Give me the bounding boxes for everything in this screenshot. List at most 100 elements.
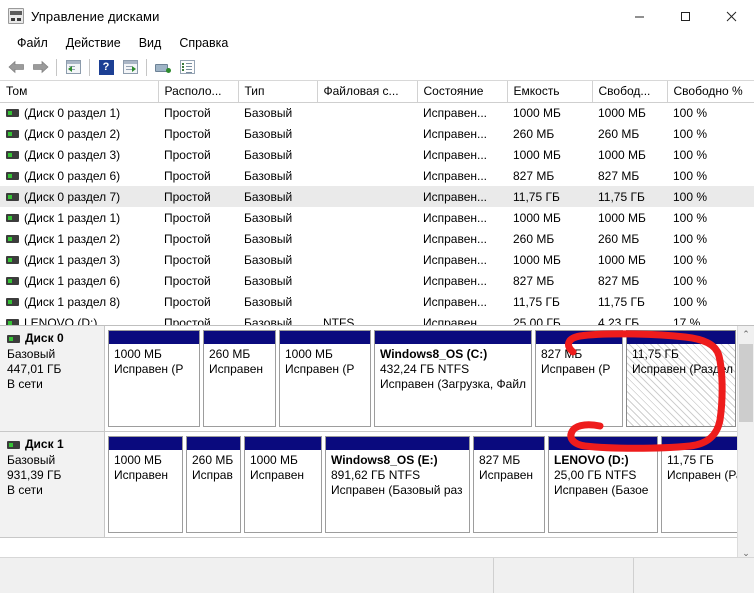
partition-color-bar bbox=[187, 437, 240, 450]
menu-help[interactable]: Справка bbox=[170, 34, 237, 52]
disk-graphic-pane[interactable]: Диск 0Базовый447,01 ГБВ сети1000 МБИспра… bbox=[0, 326, 754, 563]
cell-volume: (Диск 1 раздел 6) bbox=[0, 270, 158, 291]
cell-status: Исправен... bbox=[417, 228, 507, 249]
cell-capacity: 11,75 ГБ bbox=[507, 186, 592, 207]
disk-state: В сети bbox=[7, 483, 104, 498]
partition-color-bar bbox=[627, 331, 735, 344]
partition-size: 1000 МБ bbox=[285, 347, 366, 362]
forward-button[interactable] bbox=[28, 56, 52, 78]
column-header-3[interactable]: Файловая с... bbox=[317, 81, 417, 102]
table-row[interactable]: (Диск 0 раздел 6)ПростойБазовыйИсправен.… bbox=[0, 165, 754, 186]
disk-name: Диск 1 bbox=[25, 437, 64, 452]
partition-body: 260 МБИсправ bbox=[187, 450, 240, 532]
partition-size: 1000 МБ bbox=[114, 347, 195, 362]
cell-free: 260 МБ bbox=[592, 228, 667, 249]
menu-view[interactable]: Вид bbox=[130, 34, 171, 52]
column-header-4[interactable]: Состояние bbox=[417, 81, 507, 102]
partition-name: Windows8_OS (C:) bbox=[380, 347, 527, 362]
disk-type: Базовый bbox=[7, 453, 104, 468]
show-action-pane-button[interactable] bbox=[118, 56, 142, 78]
panel-left-icon bbox=[66, 60, 81, 74]
volume-list-pane[interactable]: ТомРасполо...ТипФайловая с...СостояниеЕм… bbox=[0, 81, 754, 326]
table-row[interactable]: (Диск 1 раздел 1)ПростойБазовыйИсправен.… bbox=[0, 207, 754, 228]
partition-block[interactable]: 11,75 ГБИсправен (Раздел bbox=[626, 330, 736, 427]
rescan-disks-button[interactable] bbox=[151, 56, 175, 78]
cell-free: 827 МБ bbox=[592, 165, 667, 186]
partition-body: 1000 МБИсправен (Р bbox=[280, 344, 370, 426]
volume-label: (Диск 1 раздел 6) bbox=[24, 274, 120, 288]
table-row[interactable]: (Диск 0 раздел 2)ПростойБазовыйИсправен.… bbox=[0, 123, 754, 144]
close-button[interactable] bbox=[708, 0, 754, 32]
partition-block[interactable]: 260 МБИсправен bbox=[203, 330, 276, 427]
table-row[interactable]: (Диск 0 раздел 1)ПростойБазовыйИсправен.… bbox=[0, 102, 754, 123]
menu-action[interactable]: Действие bbox=[57, 34, 130, 52]
column-header-6[interactable]: Свобод... bbox=[592, 81, 667, 102]
help-button[interactable]: ? bbox=[94, 56, 118, 78]
partition-block[interactable]: 827 МБИсправен bbox=[473, 436, 545, 533]
menu-file[interactable]: Файл bbox=[8, 34, 57, 52]
disk-row: Диск 0Базовый447,01 ГБВ сети1000 МБИспра… bbox=[0, 326, 754, 432]
partition-block[interactable]: 827 МБИсправен (Р bbox=[535, 330, 623, 427]
table-row[interactable]: (Диск 1 раздел 3)ПростойБазовыйИсправен.… bbox=[0, 249, 754, 270]
partition-color-bar bbox=[280, 331, 370, 344]
show-hide-console-tree-button[interactable] bbox=[61, 56, 85, 78]
disk-name: Диск 0 bbox=[25, 331, 64, 346]
cell-free-percent: 100 % bbox=[667, 270, 754, 291]
cell-layout: Простой bbox=[158, 186, 238, 207]
partition-body: 1000 МБИсправен bbox=[109, 450, 182, 532]
partition-block[interactable]: Windows8_OS (C:)432,24 ГБ NTFSИсправен (… bbox=[374, 330, 532, 427]
column-header-2[interactable]: Тип bbox=[238, 81, 317, 102]
cell-free: 1000 МБ bbox=[592, 144, 667, 165]
cell-volume: (Диск 1 раздел 3) bbox=[0, 249, 158, 270]
table-row[interactable]: LENOVO (D:)ПростойБазовыйNTFSИсправен...… bbox=[0, 312, 754, 326]
cell-type: Базовый bbox=[238, 291, 317, 312]
maximize-button[interactable] bbox=[662, 0, 708, 32]
partition-color-bar bbox=[474, 437, 544, 450]
graphic-pane-scrollbar[interactable]: ⌃ ⌄ bbox=[737, 326, 754, 562]
partition-block[interactable]: LENOVO (D:)25,00 ГБ NTFSИсправен (Базое bbox=[548, 436, 658, 533]
table-row[interactable]: (Диск 1 раздел 2)ПростойБазовыйИсправен.… bbox=[0, 228, 754, 249]
partition-status: Исправ bbox=[192, 468, 236, 483]
partition-strip: 1000 МБИсправен260 МБИсправ1000 МБИсправ… bbox=[105, 432, 754, 537]
cell-free: 1000 МБ bbox=[592, 249, 667, 270]
cell-layout: Простой bbox=[158, 228, 238, 249]
table-row[interactable]: (Диск 0 раздел 7)ПростойБазовыйИсправен.… bbox=[0, 186, 754, 207]
cell-layout: Простой bbox=[158, 312, 238, 326]
partition-block[interactable]: 1000 МБИсправен bbox=[244, 436, 322, 533]
partition-color-bar bbox=[326, 437, 469, 450]
disk-row: Диск 1Базовый931,39 ГБВ сети1000 МБИспра… bbox=[0, 432, 754, 538]
disk-info-panel[interactable]: Диск 1Базовый931,39 ГБВ сети bbox=[0, 432, 105, 537]
table-row[interactable]: (Диск 1 раздел 8)ПростойБазовыйИсправен.… bbox=[0, 291, 754, 312]
partition-block[interactable]: 1000 МБИсправен (Р bbox=[108, 330, 200, 427]
partition-block[interactable]: Windows8_OS (E:)891,62 ГБ NTFSИсправен (… bbox=[325, 436, 470, 533]
table-row[interactable]: (Диск 1 раздел 6)ПростойБазовыйИсправен.… bbox=[0, 270, 754, 291]
column-header-1[interactable]: Располо... bbox=[158, 81, 238, 102]
cell-type: Базовый bbox=[238, 186, 317, 207]
disk-info-panel[interactable]: Диск 0Базовый447,01 ГБВ сети bbox=[0, 326, 105, 431]
disk-state: В сети bbox=[7, 377, 104, 392]
table-row[interactable]: (Диск 0 раздел 3)ПростойБазовыйИсправен.… bbox=[0, 144, 754, 165]
back-button[interactable] bbox=[4, 56, 28, 78]
cell-layout: Простой bbox=[158, 102, 238, 123]
minimize-button[interactable] bbox=[616, 0, 662, 32]
partition-color-bar bbox=[109, 437, 182, 450]
partition-body: 260 МБИсправен bbox=[204, 344, 275, 426]
cell-capacity: 25,00 ГБ bbox=[507, 312, 592, 326]
column-header-0[interactable]: Том bbox=[0, 81, 158, 102]
partition-block[interactable]: 1000 МБИсправен (Р bbox=[279, 330, 371, 427]
scrollbar-thumb[interactable] bbox=[739, 344, 753, 422]
partition-block[interactable]: 260 МБИсправ bbox=[186, 436, 241, 533]
cell-layout: Простой bbox=[158, 270, 238, 291]
status-bar bbox=[0, 557, 754, 593]
cell-capacity: 1000 МБ bbox=[507, 207, 592, 228]
properties-button[interactable] bbox=[175, 56, 199, 78]
partition-block[interactable]: 1000 МБИсправен bbox=[108, 436, 183, 533]
column-header-5[interactable]: Емкость bbox=[507, 81, 592, 102]
table-body: (Диск 0 раздел 1)ПростойБазовыйИсправен.… bbox=[0, 102, 754, 326]
partition-size: 1000 МБ bbox=[114, 453, 178, 468]
cell-filesystem bbox=[317, 207, 417, 228]
scroll-up-arrow[interactable]: ⌃ bbox=[738, 326, 754, 343]
partition-body: LENOVO (D:)25,00 ГБ NTFSИсправен (Базое bbox=[549, 450, 657, 532]
volume-icon bbox=[6, 277, 19, 285]
column-header-7[interactable]: Свободно % bbox=[667, 81, 754, 102]
